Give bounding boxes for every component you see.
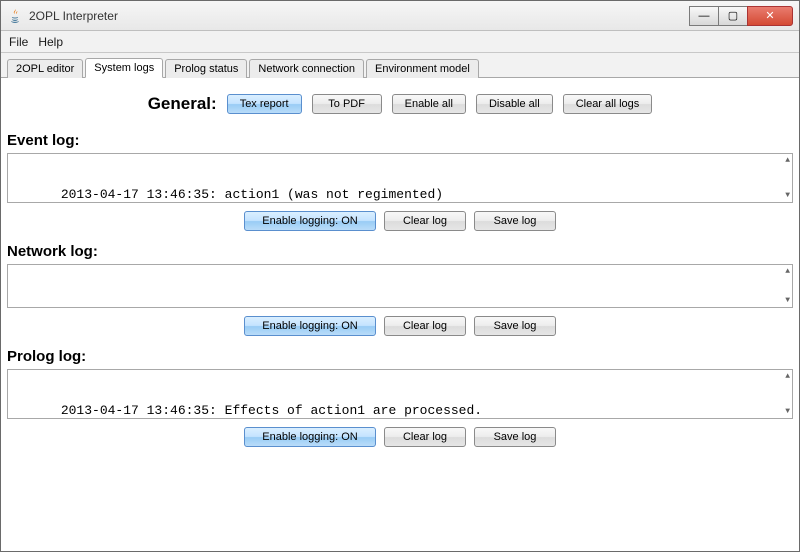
java-icon: [7, 8, 23, 24]
event-save-log-button[interactable]: Save log: [474, 211, 556, 231]
event-enable-logging-button[interactable]: Enable logging: ON: [244, 211, 376, 231]
minimize-button[interactable]: —: [689, 6, 719, 26]
menu-file[interactable]: File: [9, 35, 28, 49]
close-button[interactable]: ✕: [747, 6, 793, 26]
network-log-title: Network log:: [7, 243, 793, 260]
title-bar: 2OPL Interpreter — ▢ ✕: [1, 1, 799, 31]
app-window: 2OPL Interpreter — ▢ ✕ File Help 2OPL ed…: [0, 0, 800, 552]
tab-network-connection[interactable]: Network connection: [249, 59, 364, 78]
network-log-textarea[interactable]: ▲ ▼: [7, 264, 793, 308]
window-title: 2OPL Interpreter: [29, 9, 118, 23]
prolog-log-textarea[interactable]: ▲ 2013-04-17 13:46:35: Effects of action…: [7, 369, 793, 419]
menu-help[interactable]: Help: [38, 35, 63, 49]
maximize-button[interactable]: ▢: [718, 6, 748, 26]
enable-all-button[interactable]: Enable all: [392, 94, 466, 114]
prolog-clear-log-button[interactable]: Clear log: [384, 427, 466, 447]
prolog-log-title: Prolog log:: [7, 348, 793, 365]
scroll-up-icon[interactable]: ▲: [785, 267, 790, 276]
general-label: General:: [148, 94, 217, 114]
prolog-save-log-button[interactable]: Save log: [474, 427, 556, 447]
scroll-up-icon[interactable]: ▲: [785, 156, 790, 165]
event-log-textarea[interactable]: ▲ 2013-04-17 13:46:35: action1 (was not …: [7, 153, 793, 203]
tab-prolog-status[interactable]: Prolog status: [165, 59, 247, 78]
tab-strip: 2OPL editor System logs Prolog status Ne…: [1, 53, 799, 78]
scroll-down-icon[interactable]: ▼: [785, 407, 790, 416]
tex-report-button[interactable]: Tex report: [227, 94, 302, 114]
network-clear-log-button[interactable]: Clear log: [384, 316, 466, 336]
event-clear-log-button[interactable]: Clear log: [384, 211, 466, 231]
clear-all-logs-button[interactable]: Clear all logs: [563, 94, 653, 114]
network-save-log-button[interactable]: Save log: [474, 316, 556, 336]
event-log-title: Event log:: [7, 132, 793, 149]
disable-all-button[interactable]: Disable all: [476, 94, 553, 114]
network-log-buttons: Enable logging: ON Clear log Save log: [7, 308, 793, 346]
event-log-content: 2013-04-17 13:46:35: action1 (was not re…: [14, 187, 443, 203]
menu-bar: File Help: [1, 31, 799, 53]
network-enable-logging-button[interactable]: Enable logging: ON: [244, 316, 376, 336]
tab-environment-model[interactable]: Environment model: [366, 59, 479, 78]
prolog-enable-logging-button[interactable]: Enable logging: ON: [244, 427, 376, 447]
prolog-log-buttons: Enable logging: ON Clear log Save log: [7, 419, 793, 457]
tab-editor[interactable]: 2OPL editor: [7, 59, 83, 78]
scroll-up-icon[interactable]: ▲: [785, 372, 790, 381]
window-controls: — ▢ ✕: [690, 6, 793, 26]
tab-content: General: Tex report To PDF Enable all Di…: [1, 78, 799, 551]
general-toolbar: General: Tex report To PDF Enable all Di…: [7, 84, 793, 130]
prolog-log-content: 2013-04-17 13:46:35: Effects of action1 …: [14, 403, 482, 419]
scroll-down-icon[interactable]: ▼: [785, 191, 790, 200]
tab-system-logs[interactable]: System logs: [85, 58, 163, 78]
to-pdf-button[interactable]: To PDF: [312, 94, 382, 114]
event-log-buttons: Enable logging: ON Clear log Save log: [7, 203, 793, 241]
scroll-down-icon[interactable]: ▼: [785, 296, 790, 305]
